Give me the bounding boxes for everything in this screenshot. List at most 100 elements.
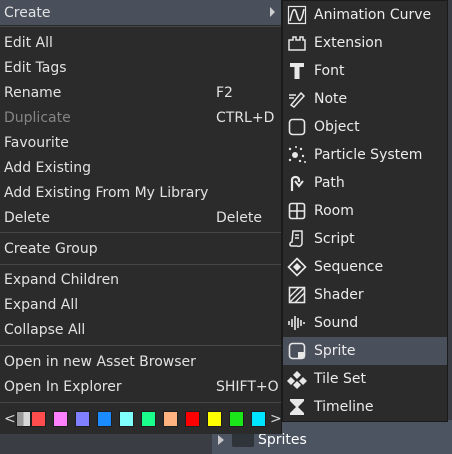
submenu-item-extension[interactable]: Extension [283,29,447,57]
menu-divider [0,26,281,27]
menu-item-edit-all[interactable]: Edit All [0,30,281,55]
submenu-item-label: Path [314,175,345,191]
create-submenu: Animation Curve Extension Font Note Obje… [282,0,448,422]
color-swatch[interactable] [163,411,178,427]
menu-item-label: Create Group [4,240,98,257]
menu-item-open-new-asset-browser[interactable]: Open in new Asset Browser [0,349,281,374]
menu-item-label: Edit Tags [4,59,67,76]
sequence-icon [286,256,308,278]
submenu-item-script[interactable]: Script [283,225,447,253]
menu-divider [0,345,281,346]
submenu-item-label: Object [314,119,360,135]
menu-item-label: Create [4,4,51,21]
menu-item-label: Delete [4,209,50,226]
submenu-item-label: Note [314,91,348,107]
submenu-item-label: Tile Set [314,371,366,387]
sprite-icon [286,340,308,362]
script-icon [286,228,308,250]
animation-curve-icon [286,4,308,26]
color-swatch[interactable] [31,411,46,427]
color-swatch[interactable] [141,411,156,427]
color-strip-next-button[interactable]: > [270,411,282,427]
menu-item-open-in-explorer[interactable]: Open In Explorer SHIFT+O [0,374,281,399]
menu-item-add-existing-from-library[interactable]: Add Existing From My Library [0,180,281,205]
color-swatch[interactable] [207,411,222,427]
extension-icon [286,32,308,54]
menu-item-label: Favourite [4,134,69,151]
object-icon [286,116,308,138]
asset-browser-item-label: Sprites [258,432,307,448]
menu-item-create-group[interactable]: Create Group [0,236,281,261]
shader-icon [286,284,308,306]
submenu-item-sequence[interactable]: Sequence [283,253,447,281]
menu-item-label: Add Existing [4,159,92,176]
menu-item-edit-tags[interactable]: Edit Tags [0,55,281,80]
menu-item-label: Open In Explorer [4,378,122,395]
menu-item-favourite[interactable]: Favourite [0,130,281,155]
menu-item-rename[interactable]: Rename F2 [0,80,281,105]
chevron-right-icon [270,7,275,17]
submenu-item-label: Room [314,203,354,219]
submenu-item-label: Sprite [314,343,356,359]
menu-item-shortcut: F2 [216,84,233,101]
menu-item-expand-all[interactable]: Expand All [0,292,281,317]
menu-item-delete[interactable]: Delete Delete [0,205,281,230]
folder-icon [232,433,254,447]
menu-item-shortcut: SHIFT+O [216,378,279,395]
color-swatch[interactable] [119,411,134,427]
menu-item-label: Duplicate [4,109,71,126]
submenu-item-tile-set[interactable]: Tile Set [283,365,447,393]
submenu-item-particle-system[interactable]: Particle System [283,141,447,169]
color-swatch-none[interactable] [16,411,31,427]
submenu-item-object[interactable]: Object [283,113,447,141]
menu-item-label: Open in new Asset Browser [4,353,196,370]
menu-item-collapse-all[interactable]: Collapse All [0,317,281,342]
timeline-icon [286,396,308,418]
submenu-item-sprite[interactable]: Sprite [283,337,447,365]
menu-divider [0,402,281,403]
submenu-item-label: Sequence [314,259,384,275]
tile-set-icon [286,368,308,390]
context-menu: Create Edit All Edit Tags Rename F2 Dupl… [0,0,282,434]
menu-item-label: Rename [4,84,62,101]
submenu-item-font[interactable]: Font [283,57,447,85]
menu-item-duplicate: Duplicate CTRL+D [0,105,281,130]
menu-item-label: Collapse All [4,321,86,338]
note-icon [286,88,308,110]
menu-item-label: Edit All [4,34,53,51]
submenu-item-note[interactable]: Note [283,85,447,113]
submenu-item-label: Shader [314,287,364,303]
submenu-item-animation-curve[interactable]: Animation Curve [283,1,447,29]
menu-item-label: Add Existing From My Library [4,184,209,201]
submenu-item-path[interactable]: Path [283,169,447,197]
menu-divider [0,232,281,233]
submenu-item-label: Font [314,63,345,79]
sound-icon [286,312,308,334]
expand-arrow-icon[interactable] [218,435,224,445]
menu-item-label: Expand Children [4,271,120,288]
font-icon [286,60,308,82]
submenu-item-label: Sound [314,315,359,331]
submenu-item-label: Particle System [314,147,423,163]
submenu-item-label: Script [314,231,355,247]
submenu-item-timeline[interactable]: Timeline [283,393,447,421]
color-swatch[interactable] [251,411,266,427]
submenu-item-label: Extension [314,35,383,51]
particle-system-icon [286,144,308,166]
submenu-item-room[interactable]: Room [283,197,447,225]
color-strip-prev-button[interactable]: < [4,411,16,427]
room-icon [286,200,308,222]
submenu-item-shader[interactable]: Shader [283,281,447,309]
submenu-item-label: Animation Curve [314,7,432,23]
menu-divider [0,264,281,265]
color-swatch[interactable] [97,411,112,427]
color-swatch[interactable] [53,411,68,427]
menu-item-shortcut: Delete [216,209,262,226]
color-swatch[interactable] [185,411,200,427]
menu-item-add-existing[interactable]: Add Existing [0,155,281,180]
menu-item-expand-children[interactable]: Expand Children [0,267,281,292]
menu-item-create[interactable]: Create [0,0,281,25]
submenu-item-sound[interactable]: Sound [283,309,447,337]
color-swatch[interactable] [75,411,90,427]
color-swatch[interactable] [229,411,244,427]
